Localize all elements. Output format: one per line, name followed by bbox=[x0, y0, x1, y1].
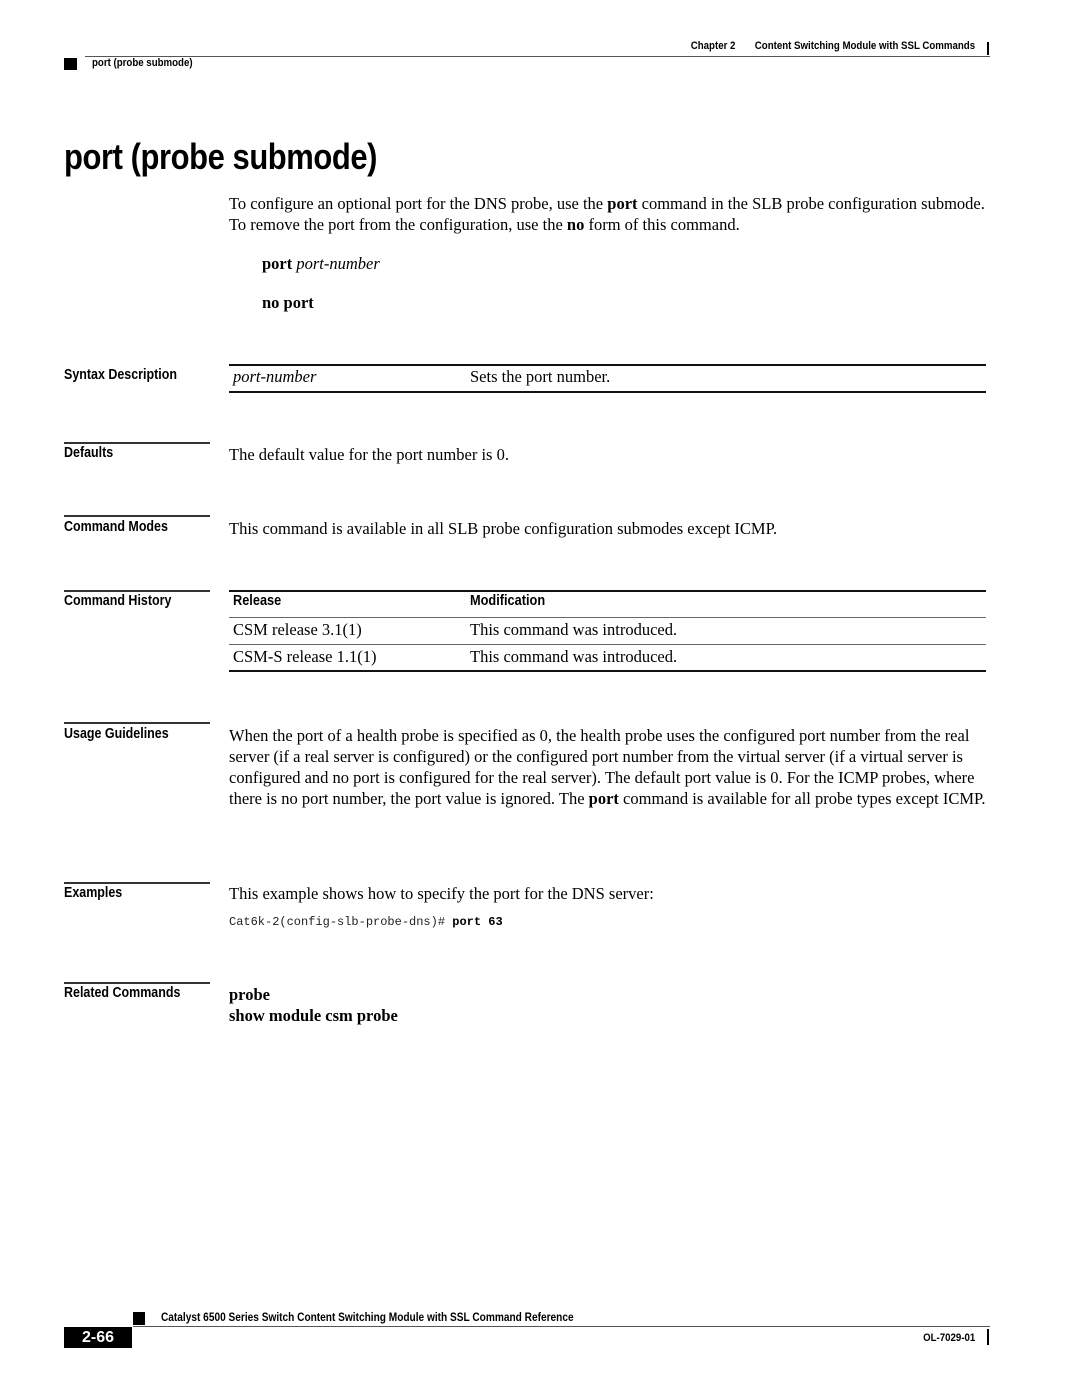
section-rule bbox=[64, 982, 210, 984]
footer-book-title: Catalyst 6500 Series Switch Content Swit… bbox=[161, 1312, 574, 1324]
running-header-section: port (probe submode) bbox=[92, 57, 193, 69]
usage-guidelines-text: When the port of a health probe is speci… bbox=[229, 725, 994, 809]
page-number: 2-66 bbox=[64, 1327, 132, 1348]
chapter-label: Chapter 2 bbox=[690, 40, 736, 52]
table-rule-top bbox=[229, 590, 986, 592]
section-label-command-modes: Command Modes bbox=[64, 519, 168, 535]
table-rule-top bbox=[229, 364, 986, 366]
defaults-text: The default value for the port number is… bbox=[229, 445, 509, 464]
section-rule bbox=[64, 590, 210, 592]
examples-text: This example shows how to specify the po… bbox=[229, 884, 654, 903]
command-keyword: port bbox=[588, 789, 619, 808]
related-command-link[interactable]: show module csm probe bbox=[229, 1006, 398, 1026]
command-modes-text: This command is available in all SLB pro… bbox=[229, 519, 778, 538]
header-marker-bar bbox=[987, 42, 989, 55]
section-label-examples: Examples bbox=[64, 885, 123, 901]
syntax-argument: port-number bbox=[296, 254, 380, 273]
footer-rule bbox=[133, 1326, 990, 1327]
syntax-line-port: port port-number bbox=[262, 254, 380, 274]
syntax-param: port-number bbox=[233, 367, 317, 386]
table-rule bbox=[229, 644, 986, 645]
section-label-related-commands: Related Commands bbox=[64, 985, 181, 1001]
command-keyword: port bbox=[607, 194, 638, 213]
section-label-defaults: Defaults bbox=[64, 445, 114, 461]
related-command-link[interactable]: probe bbox=[229, 985, 270, 1005]
section-rule bbox=[64, 882, 210, 884]
table-rule-bottom bbox=[229, 391, 986, 393]
syntax-line-no-port: no port bbox=[262, 293, 314, 312]
history-modification: This command was introduced. bbox=[470, 620, 678, 639]
example-code: Cat6k-2(config-slb-probe-dns)# port 63 bbox=[229, 915, 503, 929]
history-release: CSM release 3.1(1) bbox=[233, 620, 362, 639]
footer-marker-square bbox=[133, 1312, 145, 1325]
header-rule bbox=[85, 56, 990, 57]
section-label-usage-guidelines: Usage Guidelines bbox=[64, 726, 169, 742]
table-rule bbox=[229, 617, 986, 618]
intro-paragraph: To configure an optional port for the DN… bbox=[229, 193, 994, 235]
chapter-title: Content Switching Module with SSL Comman… bbox=[754, 40, 975, 52]
section-label-syntax-description: Syntax Description bbox=[64, 367, 177, 383]
intro-text: To configure an optional port for the DN… bbox=[229, 194, 608, 213]
usage-text: command is available for all probe types… bbox=[618, 789, 986, 808]
header-marker-square bbox=[64, 58, 77, 70]
command-keyword: no bbox=[566, 215, 585, 234]
history-modification: This command was introduced. bbox=[470, 647, 678, 666]
syntax-command: port bbox=[262, 254, 293, 273]
running-header-chapter: Chapter 2 Content Switching Module with S… bbox=[691, 40, 975, 52]
footer-marker-bar bbox=[987, 1329, 989, 1345]
section-rule bbox=[64, 722, 210, 724]
history-release: CSM-S release 1.1(1) bbox=[233, 647, 377, 666]
footer-doc-number: OL-7029-01 bbox=[922, 1332, 975, 1344]
page-title: port (probe submode) bbox=[64, 136, 378, 177]
syntax-param-description: Sets the port number. bbox=[470, 367, 611, 386]
table-rule-bottom bbox=[229, 670, 986, 672]
code-command: port 63 bbox=[452, 915, 503, 929]
section-rule bbox=[64, 442, 210, 444]
intro-text: form of this command. bbox=[584, 215, 740, 234]
column-header-modification: Modification bbox=[470, 593, 546, 609]
section-rule bbox=[64, 515, 210, 517]
section-label-command-history: Command History bbox=[64, 593, 172, 609]
code-prompt: Cat6k-2(config-slb-probe-dns)# bbox=[229, 915, 453, 929]
column-header-release: Release bbox=[233, 593, 282, 609]
